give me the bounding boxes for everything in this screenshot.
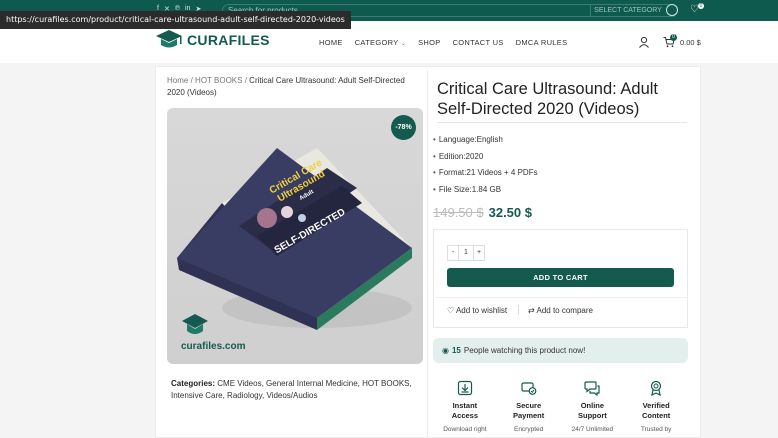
- breadcrumb-separator: /: [244, 76, 247, 85]
- secure-card-icon: [521, 382, 537, 395]
- feature-title: Content: [641, 411, 671, 420]
- feature-verified-content: Verified Content Trusted by: [624, 380, 688, 433]
- discount-badge: -78%: [391, 115, 416, 140]
- chat-support-icon: [584, 381, 600, 396]
- site-logo[interactable]: CURAFILES: [155, 29, 270, 51]
- nav-home[interactable]: HOME: [319, 38, 343, 47]
- spec-language: Language:English: [433, 135, 538, 152]
- feature-desc: 24/7 Unlimited: [571, 426, 614, 433]
- feature-title: Access: [451, 411, 479, 420]
- feature-instant-access: Instant Access Download right: [433, 380, 497, 433]
- main-nav: HOME CATEGORY ⌄ SHOP CONTACT US DMCA RUL…: [319, 38, 567, 47]
- eye-icon: ◉: [442, 346, 449, 355]
- column-divider: [427, 70, 428, 438]
- nav-contact[interactable]: CONTACT US: [453, 38, 504, 47]
- qty-minus-button[interactable]: -: [447, 245, 459, 261]
- search-icon[interactable]: [666, 4, 678, 16]
- feature-secure-payment: Secure Payment Encrypted: [497, 380, 561, 433]
- feature-title: Instant: [452, 401, 478, 410]
- status-url-tooltip: https://curafiles.com/product/critical-c…: [0, 11, 351, 29]
- wishlist-count-badge: 0: [698, 3, 704, 9]
- old-price: 149.50 $: [433, 205, 484, 220]
- qty-plus-button[interactable]: +: [473, 245, 485, 261]
- product-price: 149.50 $ 32.50 $: [433, 205, 532, 220]
- cart-count-badge: 0: [670, 34, 677, 41]
- heart-icon: ♡: [447, 306, 455, 315]
- image-brand-text: curafiles.com: [181, 341, 246, 352]
- links-divider: [433, 297, 688, 298]
- feature-title: Payment: [512, 411, 545, 420]
- search-category-select[interactable]: SELECT CATEGORY: [590, 5, 665, 16]
- nav-dmca[interactable]: DMCA RULES: [516, 38, 568, 47]
- user-account-icon[interactable]: [638, 36, 650, 48]
- product-title: Critical Care Ultrasound: Adult Self-Dir…: [437, 80, 659, 118]
- link-separator: [518, 305, 519, 315]
- product-specs: Language:English Edition:2020 Format:21 …: [433, 135, 538, 201]
- nav-category[interactable]: CATEGORY ⌄: [355, 38, 406, 47]
- add-to-cart-button[interactable]: ADD TO CART: [447, 268, 674, 287]
- graduation-cap-logo-icon: [156, 30, 182, 48]
- breadcrumb: Home / HOT BOOKS / Critical Care Ultraso…: [167, 75, 417, 99]
- feature-desc: Download right: [443, 426, 487, 433]
- feature-title: Verified: [642, 401, 670, 410]
- nav-category-label: CATEGORY: [354, 38, 399, 47]
- category-link[interactable]: HOT BOOKS: [362, 379, 409, 388]
- feature-desc: Trusted by: [640, 426, 672, 433]
- feature-desc: Encrypted: [513, 426, 544, 433]
- product-image[interactable]: Critical Care Ultrasound Adult SELF-DIRE…: [167, 108, 423, 364]
- qty-input[interactable]: 1: [459, 245, 473, 261]
- feature-list: Instant Access Download right Secure Pay…: [433, 380, 688, 433]
- breadcrumb-home[interactable]: Home: [167, 76, 188, 85]
- wishlist-label: Add to wishlist: [455, 306, 508, 315]
- download-icon: [457, 380, 472, 396]
- spec-file-size: File Size:1.84 GB: [433, 185, 538, 202]
- category-link[interactable]: Radiology: [227, 391, 262, 400]
- quantity-stepper: - 1 +: [447, 245, 485, 261]
- sale-price: 32.50 $: [488, 205, 532, 220]
- chevron-down-icon: ⌄: [400, 41, 407, 47]
- spec-edition: Edition:2020: [433, 152, 538, 169]
- breadcrumb-separator: /: [190, 76, 193, 85]
- watching-count: 15: [451, 346, 461, 355]
- category-link[interactable]: CME Videos: [217, 379, 261, 388]
- product-categories: Categories: CME Videos, General Internal…: [171, 379, 412, 400]
- title-divider: [437, 122, 687, 123]
- cart-total[interactable]: 0.00 $: [680, 38, 701, 47]
- logo-text: CURAFILES: [187, 32, 270, 48]
- category-link[interactable]: Videos/Audios: [266, 391, 317, 400]
- shuffle-icon: ⇄: [528, 306, 535, 315]
- watching-text: People watching this product now!: [463, 346, 586, 355]
- categories-label: Categories:: [171, 379, 216, 388]
- compare-label: Add to compare: [536, 306, 593, 315]
- feature-title: Online: [580, 401, 605, 410]
- feature-title: Secure: [516, 401, 542, 410]
- breadcrumb-category[interactable]: HOT BOOKS: [195, 76, 242, 85]
- nav-shop[interactable]: SHOP: [418, 38, 440, 47]
- add-to-compare-link[interactable]: ⇄ Add to compare: [528, 306, 593, 315]
- category-link[interactable]: General Internal Medicine: [266, 379, 358, 388]
- watching-notice: ◉ 15 People watching this product now!: [433, 338, 688, 363]
- verified-badge-icon: [651, 380, 662, 396]
- brand-cap-icon: [182, 314, 208, 334]
- add-to-wishlist-link[interactable]: ♡ Add to wishlist: [447, 306, 507, 315]
- category-link[interactable]: Intensive Care: [171, 391, 223, 400]
- spec-format: Format:21 Videos + 4 PDFs: [433, 168, 538, 185]
- feature-title: Support: [578, 411, 607, 420]
- feature-online-support: Online Support 24/7 Unlimited: [561, 380, 625, 433]
